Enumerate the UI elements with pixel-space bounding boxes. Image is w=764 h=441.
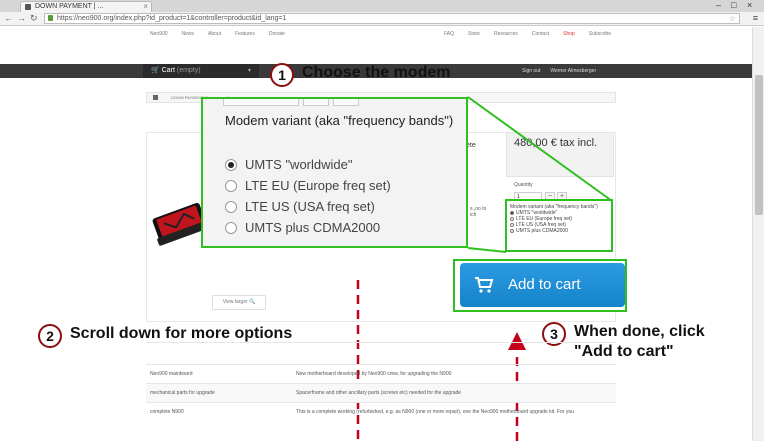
radio[interactable] (225, 179, 237, 192)
cart-icon (475, 277, 494, 293)
nav-link[interactable]: News (182, 31, 195, 37)
shipping-fragment: s.,oo to ich (470, 206, 487, 218)
nav-link[interactable]: Neo900 (150, 31, 168, 37)
nav-link[interactable]: Features (235, 31, 255, 37)
signout-link[interactable]: Sign out (522, 64, 540, 78)
back-icon[interactable]: ← (4, 13, 13, 24)
cart-icon: 🛒 (151, 67, 160, 74)
add-to-cart-button[interactable]: Add to cart (460, 263, 625, 307)
radio[interactable] (225, 200, 237, 213)
scrollbar-thumb[interactable] (755, 75, 763, 215)
site-nav: Neo900 News About Features Donate FAQ St… (0, 27, 764, 43)
modem-option-lte-eu[interactable]: LTE EU (Europe freq set) (225, 175, 391, 196)
modem-option-label: LTE EU (Europe freq set) (245, 178, 391, 193)
step-text: Scroll down for more options (70, 325, 293, 342)
table-cell-desc: New motherboard developed by Neo900 crew… (296, 371, 452, 377)
table-cell-desc: Spacerframe and other ancillary parts (s… (296, 390, 462, 396)
product-price: 480,00 € tax incl. (514, 137, 598, 149)
cart-dropdown[interactable]: 🛒 Cart (empty) ▾ (143, 64, 259, 78)
nav-link[interactable]: Donate (269, 31, 285, 37)
tab-title: DOWN PAYMENT | ... (35, 3, 104, 10)
nav-link[interactable]: Subscribe (589, 31, 611, 37)
browser-toolbar: ← → ↻ https://neo900.org/index.php?id_pr… (0, 12, 764, 26)
quantity-label: Quantity (514, 182, 533, 188)
variant-highlight-box (505, 199, 613, 252)
modem-option-label: UMTS "worldwide" (245, 157, 353, 172)
radio[interactable] (225, 221, 237, 234)
table-row: mechanical parts for upgrade Spacerframe… (146, 383, 616, 402)
page-scrollbar[interactable] (752, 27, 764, 441)
product-image[interactable] (150, 196, 208, 246)
nav-link[interactable]: Resources (494, 31, 518, 37)
modem-option-label: LTE US (USA freq set) (245, 199, 375, 214)
radio-selected[interactable] (225, 158, 237, 171)
browser-menu-icon[interactable]: ≡ (753, 13, 758, 23)
step-text: Choose the modem (302, 64, 451, 81)
address-bar[interactable]: https://neo900.org/index.php?id_product=… (44, 13, 740, 24)
forward-icon[interactable]: → (17, 13, 26, 24)
step-number: 1 (270, 63, 294, 87)
reload-icon[interactable]: ↻ (30, 13, 38, 24)
modem-option-lte-us[interactable]: LTE US (USA freq set) (225, 196, 391, 217)
nav-link[interactable]: FAQ (444, 31, 454, 37)
table-cell-desc: This is a complete working (refurbished,… (296, 409, 574, 415)
url-text: https://neo900.org/index.php?id_product=… (57, 15, 287, 22)
modem-variant-title: Modem variant (aka "frequency bands") (225, 113, 454, 128)
modem-option-umts[interactable]: UMTS "worldwide" (225, 154, 391, 175)
options-table: Neo900 mainboard New motherboard develop… (146, 342, 616, 421)
cart-label: Cart (161, 67, 175, 74)
user-name[interactable]: Werner Almesberger (550, 64, 596, 78)
table-row: Neo900 mainboard New motherboard develop… (146, 364, 616, 383)
modem-variant-options: UMTS "worldwide" LTE EU (Europe freq set… (225, 154, 391, 238)
table-cell-name: Neo900 mainboard (150, 371, 193, 377)
nav-link[interactable]: Contact (532, 31, 549, 37)
step-1-annotation: 1 Choose the modem (270, 63, 450, 87)
modem-option-cdma[interactable]: UMTS plus CDMA2000 (225, 217, 391, 238)
modem-variant-callout: Modem variant (aka "frequency bands") UM… (201, 97, 468, 248)
account-links: Sign out Werner Almesberger (522, 64, 596, 78)
browser-tab[interactable]: DOWN PAYMENT | ... × (20, 1, 152, 12)
table-cell-name: mechanical parts for upgrade (150, 390, 215, 396)
tab-close-icon[interactable]: × (143, 2, 148, 12)
favicon-icon (25, 4, 31, 10)
site-nav-right: FAQ Store Resources Contact Shop Subscri… (444, 31, 611, 37)
nav-link[interactable]: About (208, 31, 221, 37)
callout-top-fragments (223, 99, 359, 106)
view-larger-button[interactable]: View larger 🔍 (212, 295, 266, 310)
lock-icon (48, 15, 53, 21)
close-window-button[interactable]: × (747, 0, 752, 10)
modem-option-label: UMTS plus CDMA2000 (245, 220, 381, 235)
step-number: 2 (38, 324, 62, 348)
site-nav-left: Neo900 News About Features Donate (150, 31, 285, 37)
table-row: complete N900 This is a complete working… (146, 402, 616, 421)
nav-link-shop[interactable]: Shop (563, 31, 575, 37)
add-to-cart-label: Add to cart (508, 276, 581, 293)
table-header (146, 342, 616, 364)
nav-link[interactable]: Store (468, 31, 480, 37)
bookmark-star-icon[interactable]: ☆ (729, 14, 736, 23)
home-icon[interactable] (153, 95, 158, 100)
chevron-down-icon: ▾ (247, 68, 251, 74)
maximize-button[interactable]: □ (731, 0, 736, 10)
tab-strip: DOWN PAYMENT | ... × – □ × (0, 0, 764, 12)
cart-state: (empty) (176, 67, 201, 74)
table-cell-name: complete N900 (150, 409, 184, 415)
minimize-button[interactable]: – (716, 0, 721, 10)
